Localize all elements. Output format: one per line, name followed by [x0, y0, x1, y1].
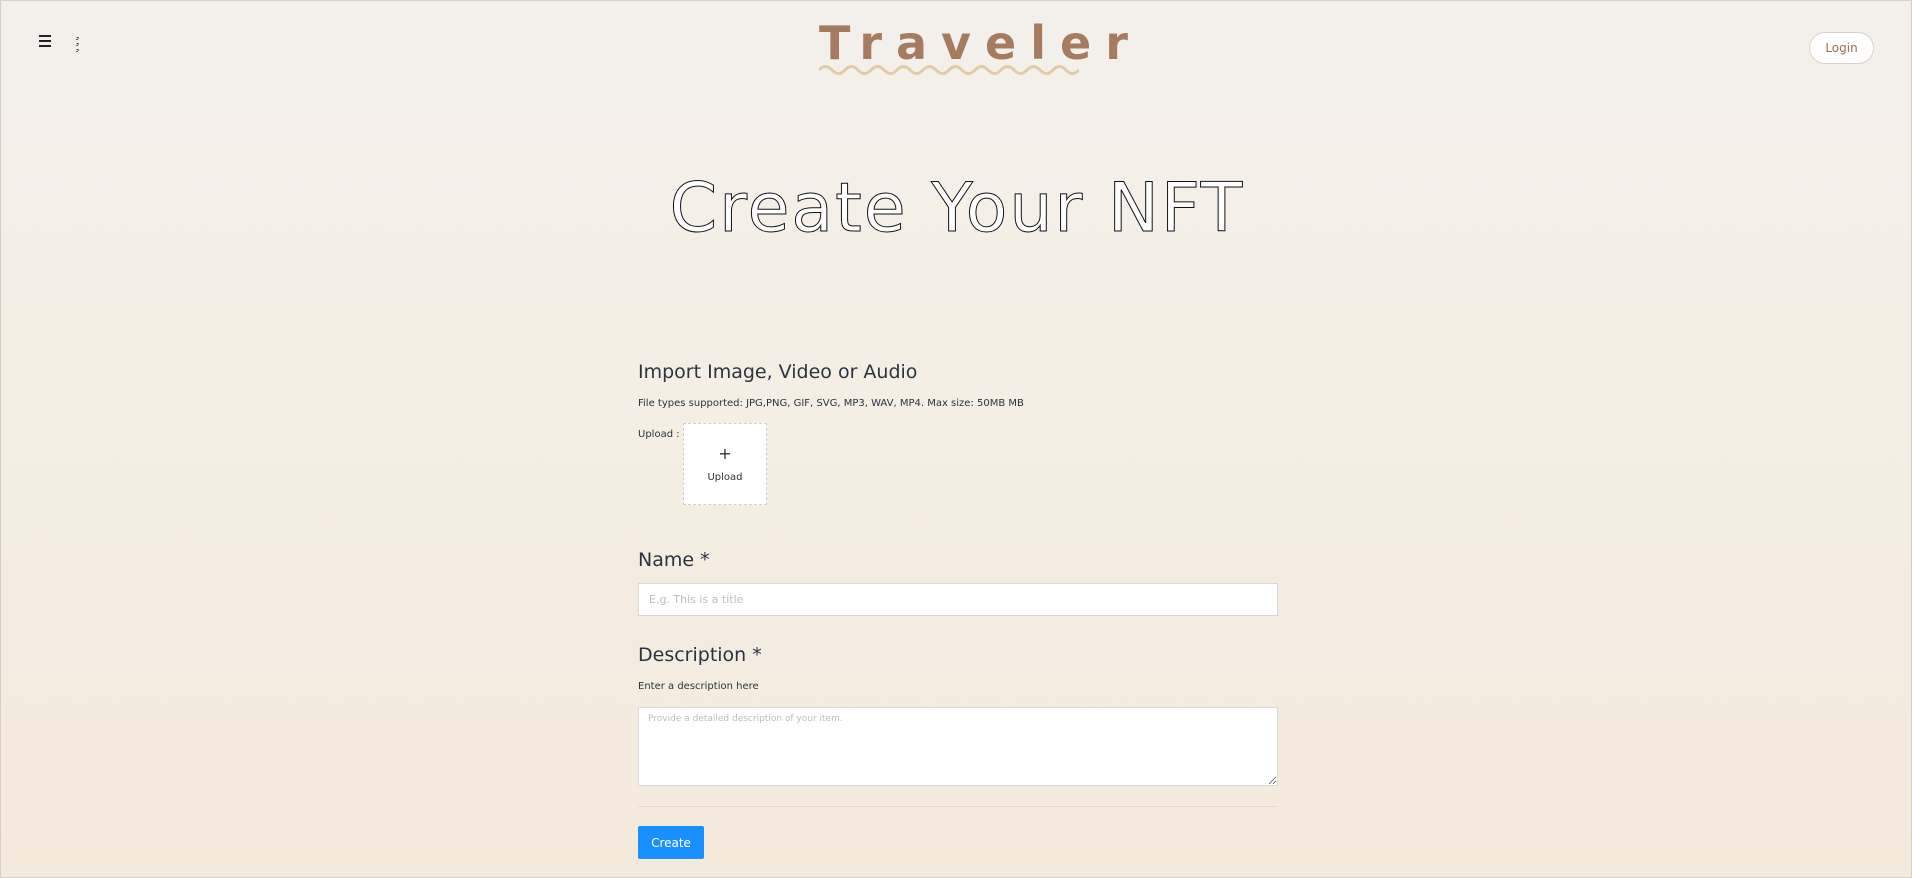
upload-row: Upload : + Upload — [638, 423, 1278, 505]
description-section-title: Description * — [638, 644, 762, 666]
login-button[interactable]: Login — [1809, 32, 1874, 64]
page-title: Create Your NFT — [669, 169, 1245, 249]
create-button[interactable]: Create — [638, 826, 704, 859]
upload-label: Upload : — [638, 429, 680, 440]
divider — [638, 806, 1278, 807]
logo-wave-decoration — [819, 65, 1079, 75]
name-section-title: Name * — [638, 549, 710, 571]
file-types-note: File types supported: JPG,PNG, GIF, SVG,… — [638, 398, 1024, 409]
header: Traveler Login — [1, 1, 1912, 91]
description-input[interactable] — [638, 707, 1278, 786]
name-input[interactable] — [638, 583, 1278, 616]
upload-button[interactable]: + Upload — [683, 423, 767, 505]
create-nft-form: Import Image, Video or Audio File types … — [638, 361, 1278, 859]
more-options-icon[interactable] — [76, 37, 80, 55]
menu-icon[interactable] — [39, 35, 55, 49]
upload-button-label: Upload — [707, 471, 743, 483]
plus-icon: + — [718, 443, 732, 463]
import-section-title: Import Image, Video or Audio — [638, 361, 918, 383]
description-hint: Enter a description here — [638, 681, 759, 692]
